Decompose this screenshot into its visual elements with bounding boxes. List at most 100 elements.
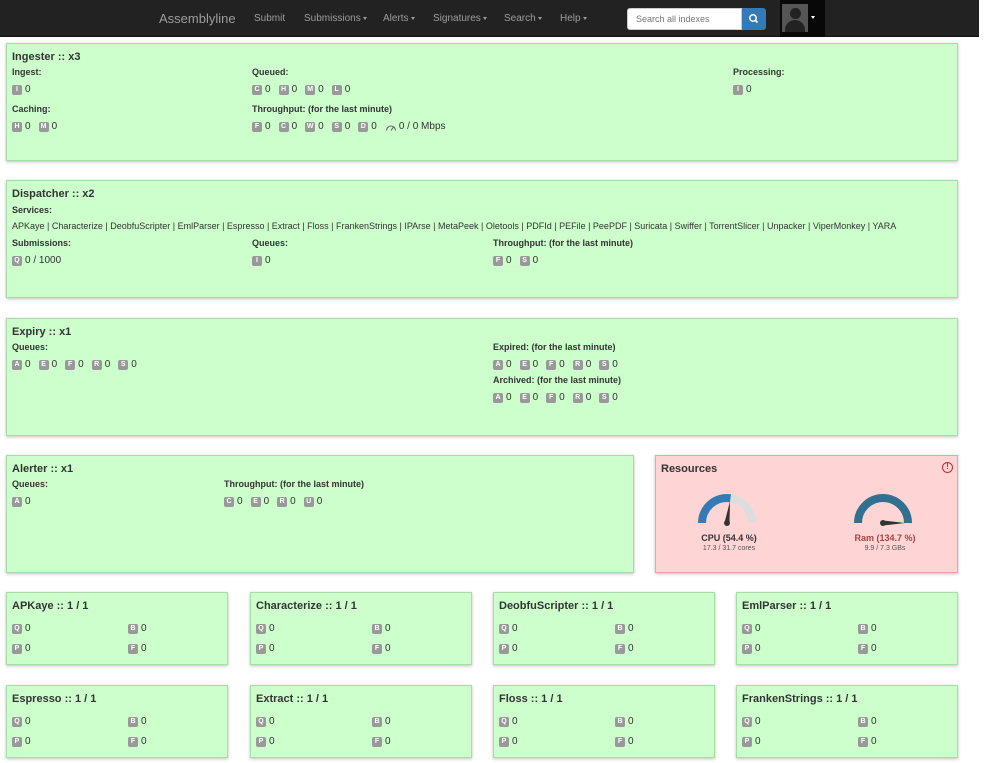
- metric-value: 0: [141, 736, 147, 747]
- metric-badge: I: [733, 84, 743, 95]
- service-metric-q: Q0: [256, 716, 283, 727]
- speedometer-icon: [385, 124, 396, 131]
- chevron-down-icon: [482, 16, 487, 20]
- throughput-metrics: C0E0R0U0: [224, 496, 330, 507]
- metric-value: 0: [628, 736, 634, 747]
- chevron-down-icon: [537, 16, 542, 20]
- metric-badge: P: [12, 736, 22, 747]
- metric-badge: S: [599, 392, 610, 403]
- service-metric-f: F0: [615, 736, 642, 747]
- nav-alerts-menu[interactable]: Alerts: [383, 13, 415, 24]
- service-metric-f: F0: [858, 643, 885, 654]
- queues-metrics: I0: [252, 255, 279, 266]
- nav-signatures-label: Signatures: [433, 13, 481, 24]
- metric-value: 0: [506, 392, 512, 403]
- chevron-down-icon: [811, 16, 815, 19]
- metric-value: 0: [25, 716, 31, 727]
- cpu-gauge: [698, 494, 756, 526]
- metric-value: 0: [263, 496, 270, 507]
- metric-badge: C: [252, 84, 262, 95]
- metric-value: 0: [269, 643, 275, 654]
- metric-value: 0: [746, 84, 752, 95]
- metric-value: 0: [269, 736, 275, 747]
- metric-value: 0: [532, 359, 539, 370]
- metric-badge: H: [12, 121, 22, 132]
- metric-value: 0: [78, 359, 84, 370]
- ram-gauge-fill: [854, 494, 912, 524]
- metric-badge: F: [252, 121, 262, 132]
- panel-title: Expiry :: x1: [12, 326, 72, 338]
- metric-badge: Q: [256, 716, 266, 727]
- processing-metrics: I0: [733, 84, 760, 95]
- panel-title: Resources: [661, 463, 718, 475]
- metric-badge: B: [615, 623, 625, 634]
- metric-badge: Q: [12, 255, 22, 266]
- metric-badge: F: [615, 643, 625, 654]
- metric-value: 0: [318, 121, 324, 132]
- bandwidth-value: 0 / 0 Mbps: [398, 121, 446, 132]
- metric-value: 0: [25, 84, 31, 95]
- nav-submit[interactable]: Submit: [254, 13, 285, 24]
- nav-search-menu[interactable]: Search: [504, 13, 542, 24]
- chevron-down-icon: [410, 16, 415, 20]
- nav-submissions-menu[interactable]: Submissions: [304, 13, 367, 24]
- metric-badge: S: [331, 121, 342, 132]
- nav-signatures-menu[interactable]: Signatures: [433, 13, 487, 24]
- nav-search-label: Search: [504, 13, 536, 24]
- service-metric-p: P0: [499, 643, 526, 654]
- service-metric-b: B0: [128, 623, 155, 634]
- metric-badge: F: [546, 392, 557, 403]
- nav-help-menu[interactable]: Help: [560, 13, 587, 24]
- metric-value: 0: [344, 84, 351, 95]
- metric-badge: R: [572, 392, 583, 403]
- metric-badge: F: [546, 359, 557, 370]
- queued-metrics: C0H0M0L0: [252, 84, 358, 95]
- service-metric-b: B0: [372, 716, 399, 727]
- metric-value: 0: [104, 359, 111, 370]
- metric-value: 0 / 1000: [25, 255, 62, 266]
- metric-value: 0: [141, 643, 147, 654]
- metric-value: 0: [512, 643, 518, 654]
- metric-badge: B: [858, 623, 868, 634]
- service-metric-f: F0: [858, 736, 885, 747]
- metric-badge: S: [118, 359, 129, 370]
- throughput-label: Throughput: (for the last minute): [252, 104, 392, 114]
- metric-value: 0: [628, 623, 634, 634]
- chevron-down-icon: [362, 16, 367, 20]
- metric-value: 0: [559, 359, 565, 370]
- metric-value: 0: [291, 121, 298, 132]
- metric-value: 0: [612, 392, 618, 403]
- metric-value: 0: [25, 359, 31, 370]
- metric-value: 0: [871, 716, 877, 727]
- metric-value: 0: [532, 392, 539, 403]
- metric-value: 0: [585, 359, 592, 370]
- service-metric-b: B0: [128, 716, 155, 727]
- service-card: Characterize :: 1 / 1Q0B0P0F0: [250, 592, 472, 665]
- metric-value: 0: [871, 643, 877, 654]
- panel-title: Ingester :: x3: [12, 51, 81, 63]
- expired-label: Expired: (for the last minute): [493, 342, 616, 352]
- metric-value: 0: [755, 623, 761, 634]
- metric-badge: L: [331, 84, 342, 95]
- brand-logo-text[interactable]: Assemblyline: [159, 11, 236, 26]
- metric-badge: P: [256, 736, 266, 747]
- search-button[interactable]: [742, 8, 766, 30]
- user-menu[interactable]: [780, 0, 825, 37]
- metric-badge: P: [742, 643, 752, 654]
- metric-badge: F: [493, 255, 503, 266]
- metric-value: 0: [385, 736, 391, 747]
- cpu-label: CPU (54.4 %): [701, 533, 757, 543]
- service-metric-p: P0: [742, 736, 769, 747]
- metric-badge: Q: [12, 623, 22, 634]
- submissions-label: Submissions:: [12, 238, 72, 248]
- service-card: EmlParser :: 1 / 1Q0B0P0F0: [736, 592, 958, 665]
- metric-badge: F: [372, 736, 382, 747]
- service-card: FrankenStrings :: 1 / 1Q0B0P0F0: [736, 685, 958, 758]
- metric-value: 0: [25, 496, 31, 507]
- metric-value: 0: [559, 392, 565, 403]
- metric-value: 0: [532, 255, 539, 266]
- metric-value: 0: [755, 643, 761, 654]
- metric-value: 0: [291, 84, 298, 95]
- metric-value: 0: [371, 121, 377, 132]
- search-input[interactable]: [627, 8, 742, 30]
